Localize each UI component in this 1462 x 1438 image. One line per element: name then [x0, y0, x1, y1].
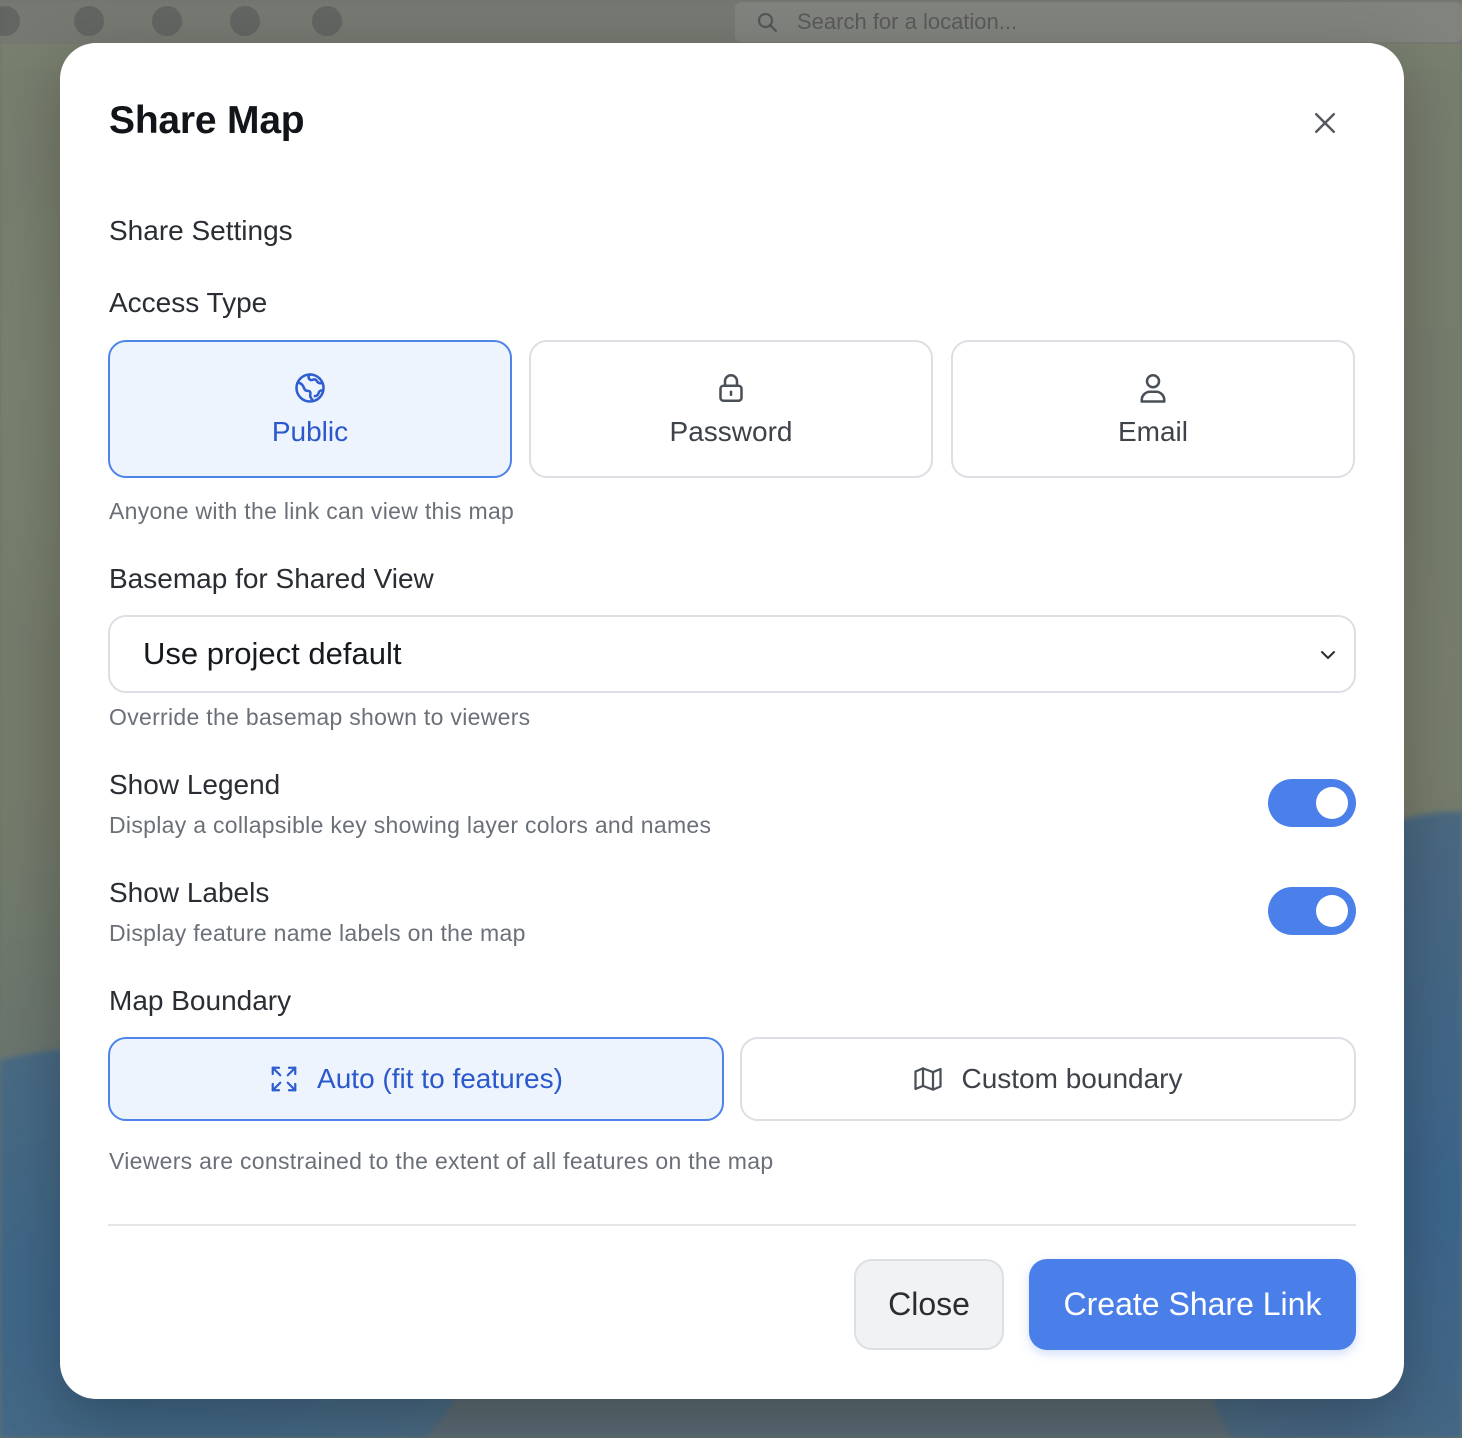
show-legend-toggle[interactable] — [1268, 779, 1356, 827]
footer-divider — [108, 1224, 1356, 1226]
map-icon — [914, 1067, 943, 1091]
boundary-option-label: Custom boundary — [961, 1063, 1183, 1094]
basemap-selected-value: Use project default — [143, 636, 402, 671]
toggle-knob — [1316, 895, 1348, 927]
toggle-knob — [1316, 787, 1348, 819]
map-boundary-label: Map Boundary — [109, 985, 292, 1016]
access-option-label: Password — [669, 416, 793, 447]
create-share-link-button[interactable]: Create Share Link — [1029, 1259, 1356, 1350]
globe-icon — [295, 373, 325, 403]
access-option-label: Public — [271, 416, 349, 447]
chevron-down-icon — [1321, 651, 1335, 659]
boundary-option-label: Auto (fit to features) — [317, 1063, 563, 1094]
dialog-title: Share Map — [109, 99, 305, 142]
access-type-label: Access Type — [109, 287, 268, 318]
access-type-help: Anyone with the link can view this map — [109, 498, 515, 524]
show-legend-label: Show Legend — [109, 769, 281, 800]
access-option-password[interactable]: Password — [529, 340, 933, 478]
basemap-select[interactable]: Use project default — [108, 615, 1356, 693]
access-option-public[interactable]: Public — [108, 340, 512, 478]
show-legend-description: Display a collapsible key showing layer … — [109, 812, 712, 838]
close-button[interactable]: Close — [854, 1259, 1004, 1350]
show-labels-label: Show Labels — [109, 877, 270, 908]
show-labels-description: Display feature name labels on the map — [109, 920, 526, 946]
section-title: Share Settings — [109, 215, 293, 246]
share-map-dialog: Share Map Share Settings Access Type Pub… — [60, 43, 1404, 1399]
expand-icon — [271, 1066, 297, 1092]
lock-icon — [719, 373, 743, 403]
map-boundary-help: Viewers are constrained to the extent of… — [109, 1148, 774, 1174]
user-icon — [1140, 373, 1166, 403]
close-icon — [1315, 113, 1335, 133]
access-option-label: Email — [1117, 416, 1188, 447]
close-dialog-button[interactable] — [1305, 103, 1345, 143]
boundary-option-custom[interactable]: Custom boundary — [740, 1037, 1356, 1121]
access-option-email[interactable]: Email — [951, 340, 1355, 478]
boundary-option-auto[interactable]: Auto (fit to features) — [108, 1037, 724, 1121]
basemap-label: Basemap for Shared View — [109, 563, 434, 594]
basemap-help: Override the basemap shown to viewers — [109, 704, 531, 730]
show-labels-toggle[interactable] — [1268, 887, 1356, 935]
